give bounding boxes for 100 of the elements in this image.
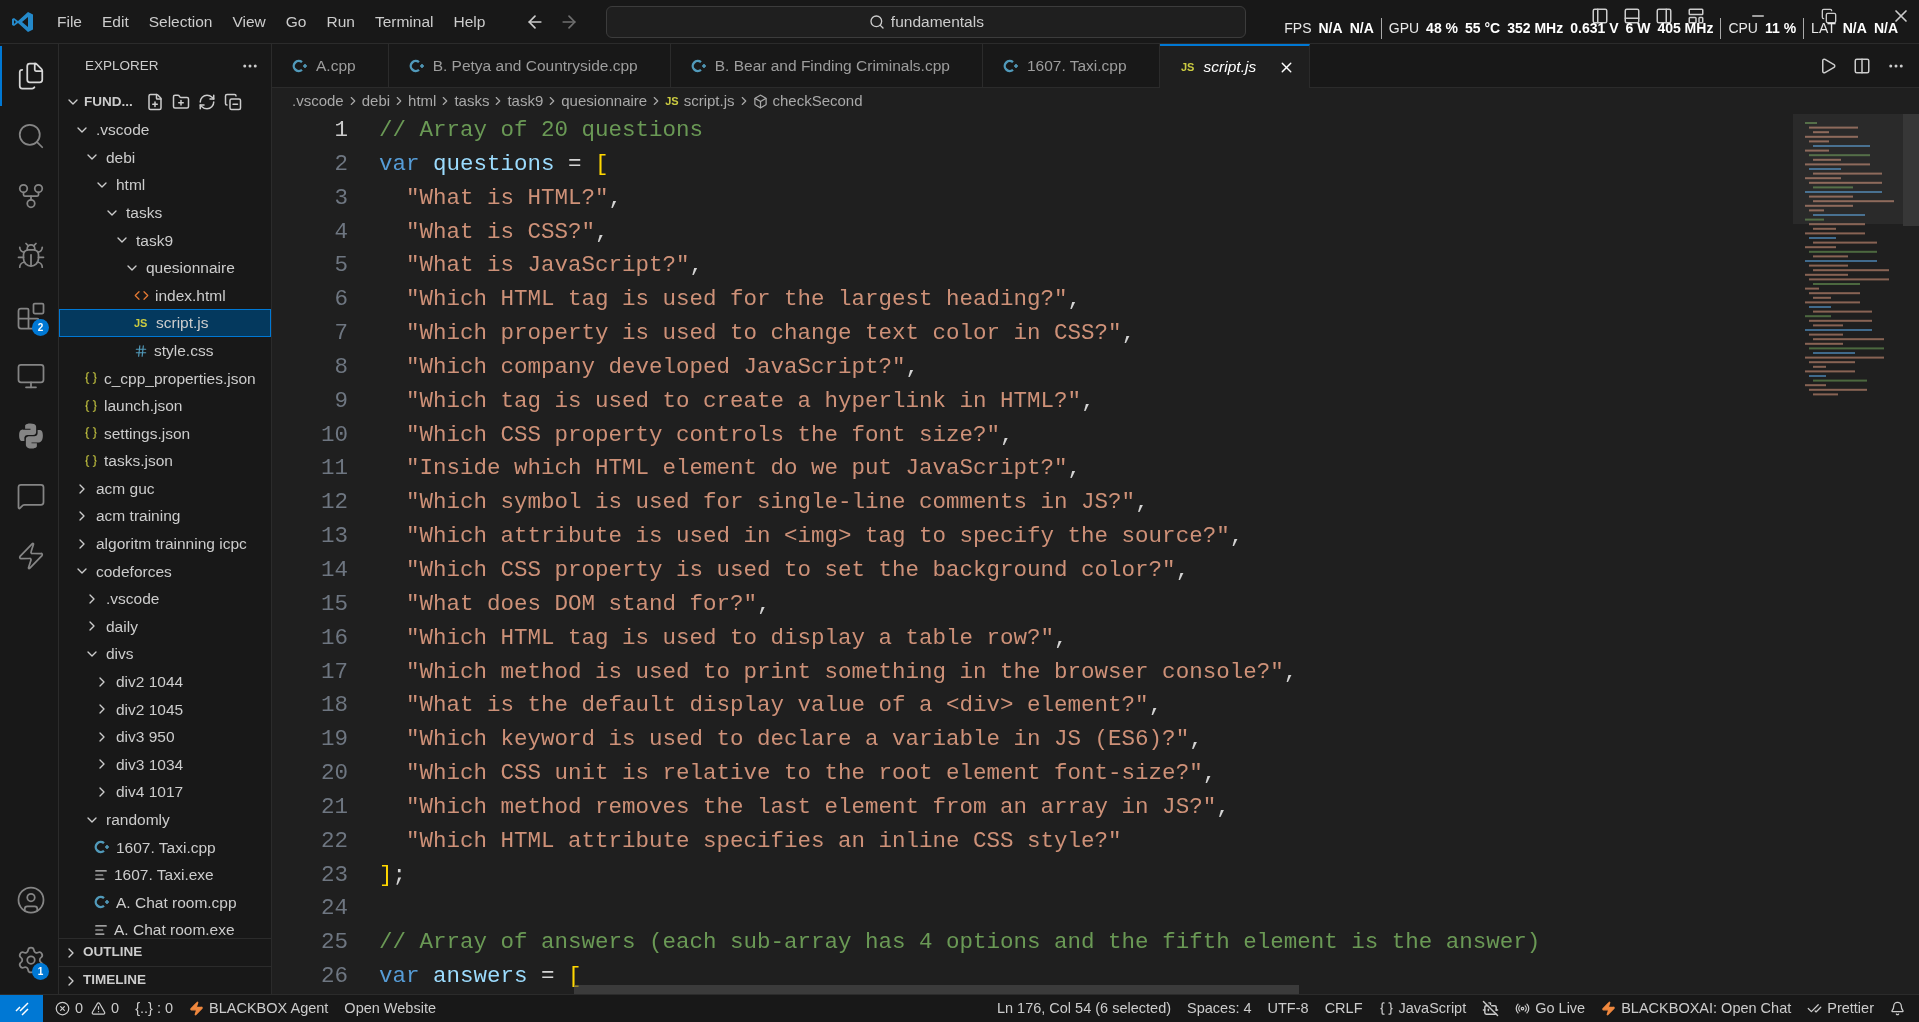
layout-icon[interactable]: [1687, 7, 1705, 25]
tree-folder[interactable]: div2 1044: [59, 667, 271, 696]
tree-folder[interactable]: acm guc: [59, 474, 271, 503]
tree-folder[interactable]: .vscode: [59, 585, 271, 613]
tree-label: script.js: [156, 313, 209, 334]
tree-label: A. Chat room.exe: [114, 920, 235, 938]
menu-item[interactable]: Edit: [92, 6, 139, 37]
menu-item[interactable]: View: [222, 6, 276, 37]
tree-folder[interactable]: div3 950: [59, 723, 271, 751]
tree-folder[interactable]: codeforces: [59, 557, 271, 586]
play-icon[interactable]: [1819, 56, 1837, 75]
refresh-icon[interactable]: [197, 93, 216, 111]
tree-label: .vscode: [106, 589, 160, 610]
tree-folder[interactable]: acm training: [59, 502, 271, 530]
tree-label: div2 1045: [116, 699, 184, 720]
new-folder-icon[interactable]: [171, 93, 190, 111]
language-mode[interactable]: JavaScript: [1370, 995, 1475, 1022]
editor-tab[interactable]: 1607. Taxi.cpp: [982, 44, 1160, 88]
tree-folder[interactable]: debi: [59, 143, 271, 172]
editor-tab[interactable]: B. Bear and Finding Criminals.cpp: [670, 44, 983, 88]
tree-folder[interactable]: div4 1017: [59, 778, 271, 806]
warnings-status[interactable]: 0: [91, 995, 128, 1022]
menu-item[interactable]: Terminal: [364, 6, 444, 37]
status-item[interactable]: Spaces: 4: [1179, 995, 1260, 1022]
tree-folder[interactable]: task9: [59, 226, 271, 254]
tree-folder[interactable]: algoritm trainning icpc: [59, 529, 271, 558]
split-editor-icon[interactable]: [1853, 56, 1871, 75]
metric-value: 11 %: [1764, 18, 1797, 38]
breadcrumb[interactable]: .vscode: [292, 89, 344, 113]
line-number: 7: [333, 319, 348, 349]
breadcrumb[interactable]: checkSecond: [752, 89, 863, 113]
panel-right-icon[interactable]: [1655, 7, 1673, 25]
status-item[interactable]: Ln 176, Col 54 (6 selected): [988, 995, 1180, 1022]
breadcrumb[interactable]: html: [408, 89, 437, 113]
tree-file[interactable]: A. Chat room.cpp: [59, 888, 271, 917]
tree-folder[interactable]: tasks: [59, 198, 271, 227]
tree-folder[interactable]: div2 1045: [59, 695, 271, 724]
restore-icon[interactable]: [1821, 8, 1837, 24]
status-item[interactable]: UTF-8: [1259, 995, 1317, 1022]
tree-file[interactable]: tasks.json: [59, 447, 271, 475]
tree-folder[interactable]: randomly: [59, 805, 271, 834]
panel-left-icon[interactable]: [1591, 7, 1609, 25]
line-number: 5: [333, 251, 348, 281]
tree-label: codeforces: [96, 561, 172, 582]
tree-label: divs: [106, 644, 134, 665]
panel-bottom-icon[interactable]: [1623, 7, 1641, 25]
braces-icon: [84, 371, 98, 386]
tree-folder[interactable]: divs: [59, 640, 271, 668]
scrollbar-thumb[interactable]: [1903, 114, 1919, 226]
tree-file[interactable]: index.html: [59, 281, 271, 310]
menu-item[interactable]: Run: [316, 6, 365, 37]
editor-tab[interactable]: JS script.js: [1159, 44, 1311, 88]
search-field[interactable]: fundamentals: [606, 5, 1247, 38]
status-item[interactable]: {..} : 0: [127, 995, 182, 1022]
metric-label: CPU: [1728, 18, 1758, 38]
errors-status[interactable]: 0: [47, 995, 92, 1022]
tree-folder[interactable]: .vscode: [59, 116, 271, 144]
tree-file[interactable]: 1607. Taxi.exe: [59, 861, 271, 889]
breadcrumb[interactable]: tasks: [454, 89, 490, 113]
bot-off-icon: [1482, 1000, 1500, 1017]
activity-bar-button[interactable]: 2: [0, 286, 59, 346]
breadcrumb[interactable]: JS script.js: [665, 89, 735, 113]
workspace-name[interactable]: FUND...: [84, 91, 133, 113]
tree-file[interactable]: A. Chat room.exe: [59, 916, 271, 938]
code-line: "What is CSS?",: [405, 217, 609, 247]
code-line: "Which symbol is used for single-line comments in JS?",: [405, 488, 1149, 518]
status-item[interactable]: Open Website: [336, 995, 444, 1022]
tree-folder[interactable]: daily: [59, 612, 271, 641]
status-item[interactable]: BLACKBOXAI: Open Chat: [1593, 995, 1800, 1022]
menu-item[interactable]: Help: [443, 6, 496, 37]
menu-item[interactable]: Go: [275, 6, 317, 37]
status-item[interactable]: BLACKBOX Agent: [181, 995, 337, 1022]
new-file-icon[interactable]: [145, 93, 164, 111]
menu-item[interactable]: File: [47, 6, 92, 37]
menu-item[interactable]: Selection: [138, 6, 223, 37]
prettier-status[interactable]: Prettier: [1799, 995, 1882, 1022]
activity-bar-button[interactable]: 1: [0, 930, 59, 990]
tree-file[interactable]: c_cpp_properties.json: [59, 364, 271, 392]
tree-label: index.html: [155, 285, 226, 306]
tree-file[interactable]: launch.json: [59, 391, 271, 420]
go-live-button[interactable]: Go Live: [1507, 995, 1594, 1022]
tree-label: div3 1034: [116, 754, 184, 775]
status-item[interactable]: CRLF: [1316, 995, 1371, 1022]
tree-file[interactable]: JS script.js: [59, 309, 271, 337]
breadcrumb[interactable]: debi: [361, 89, 391, 113]
line-number: 12: [320, 488, 348, 518]
tree-file[interactable]: settings.json: [59, 419, 271, 448]
tree-label: acm training: [96, 506, 181, 527]
breadcrumb[interactable]: task9: [507, 89, 544, 113]
section-header[interactable]: OUTLINE: [59, 938, 271, 966]
tree-file[interactable]: 1607. Taxi.cpp: [59, 833, 271, 862]
tree-file[interactable]: style.css: [59, 336, 271, 365]
tree-folder[interactable]: html: [59, 171, 271, 199]
editor-tab[interactable]: A.cpp: [272, 44, 389, 88]
tree-folder[interactable]: quesionnaire: [59, 253, 271, 282]
editor-tab[interactable]: B. Petya and Countryside.cpp: [388, 44, 671, 88]
collapse-all-icon[interactable]: [223, 93, 242, 111]
scrollbar-thumb[interactable]: [574, 985, 1299, 994]
breadcrumb[interactable]: quesionnaire: [561, 89, 648, 113]
tree-folder[interactable]: div3 1034: [59, 750, 271, 779]
